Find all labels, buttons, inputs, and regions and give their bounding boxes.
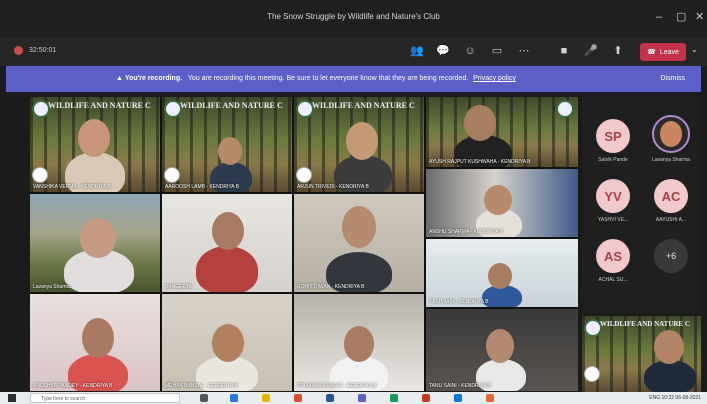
avatar-name: ACHAL SU... [598,277,628,283]
maximize-icon[interactable]: ▢ [676,10,686,24]
task-view-icon[interactable] [200,394,208,402]
club-banner: WILDLIFE AND NATURE C [48,101,151,110]
participant-name: ROHIT DIWAN - KENDRIYA B [297,284,365,290]
club-banner: WILDLIFE AND NATURE C [600,320,690,328]
avatar[interactable]: SP [596,119,630,153]
excel-icon[interactable] [390,394,398,402]
participant-name: YASH JAIN - KENDRIYA B [429,299,489,305]
rooms-icon[interactable]: ▭ [490,44,504,58]
chrome-icon[interactable] [294,394,302,402]
video-tile[interactable]: ANSHU SHARMA - KENDRIYA B [426,169,578,237]
video-tile[interactable]: ROHIT DIWAN - KENDRIYA B [294,194,424,292]
avatar-name: Lavanya Sharma [652,157,690,163]
video-tile[interactable]: Lavanya Sharma [30,194,160,292]
leave-label: Leave [659,48,679,56]
title-bar: The Snow Struggle by Wildlife and Nature… [0,0,707,38]
mic-icon[interactable]: 🎤 [584,44,598,58]
edge-icon[interactable] [230,394,238,402]
app-icon[interactable] [486,394,494,402]
self-view-tile[interactable]: WILDLIFE AND NATURE C [582,316,701,392]
avatar[interactable]: AS [596,239,630,273]
video-tile[interactable]: TANU SAINI - KENDRIYA B [426,309,578,391]
avatar [296,167,312,183]
system-tray: ENG 10:32 06-08-2021 [649,395,701,401]
dismiss-button[interactable]: Dismiss [661,75,686,82]
camera-icon[interactable]: ■ [557,44,571,58]
phone-icon: ☎ [647,49,656,56]
video-tile[interactable]: WILDLIFE AND NATURE C ARJUN TRIVEDI - KE… [294,97,424,192]
video-tile[interactable]: SANGEETA [162,194,292,292]
club-banner: WILDLIFE AND NATURE C [180,101,283,110]
banner-message: ▲ You're recording. You are recording th… [116,75,516,82]
video-tile[interactable]: WILDLIFE AND NATURE C AAROOSH LAMB - KEN… [162,97,292,192]
record-dot-icon [14,46,23,55]
video-tile[interactable]: YASH JAIN - KENDRIYA B [426,239,578,307]
avatar[interactable]: YV [596,179,630,213]
participant-name: ANUSHKA PANDEY - KENDRIYA B [33,383,113,389]
people-icon[interactable]: 👥 [410,44,424,58]
video-tile[interactable]: PRIYANKA KUMARI - KENDRIYA B [294,294,424,391]
folder-icon[interactable] [262,394,270,402]
avatar [164,167,180,183]
participant-name: ARJUN TRIVEDI - KENDRIYA B [297,184,369,190]
more-actions-icon[interactable]: ⋯ [517,44,531,58]
chevron-down-icon[interactable]: ⌄ [691,45,698,54]
reactions-icon[interactable]: ☺ [463,44,477,58]
avatar [32,167,48,183]
outlook-icon[interactable] [454,394,462,402]
teams-icon[interactable] [358,394,366,402]
more-participants-button[interactable]: +6 [654,239,688,273]
leave-button[interactable]: ☎ Leave [640,43,686,61]
video-grid: WILDLIFE AND NATURE C VANSHIKA VERMA - K… [30,97,578,391]
share-screen-icon[interactable]: ⬆ [611,44,625,58]
meeting-toolbar: 32:50:01 👥 💬 ☺ ▭ ⋯ ■ 🎤 ⬆ ☎ Leave ⌄ [0,38,707,66]
meeting-timer: 32:50:01 [29,47,57,54]
word-icon[interactable] [326,394,334,402]
participant-name: AYUSH RAJPUT KUSHWAHA - KENDRIYA B [429,159,531,165]
participant-name: VANSHIKA VERMA - KENDRIYA B [33,184,111,190]
taskbar-search-input[interactable]: Type here to search [30,393,180,403]
participant-panel: SP Satvik Pande Lavanya Sharma YV YASHVI… [582,97,701,313]
recording-indicator: 32:50:01 [14,46,56,55]
avatar [584,366,600,382]
video-tile[interactable]: ANUSHKA PANDEY - KENDRIYA B [30,294,160,391]
close-icon[interactable]: ✕ [695,10,704,24]
participant-name: TANU SAINI - KENDRIYA B [429,383,491,389]
avatar-name: YASHVI VE... [597,217,629,223]
minimize-icon[interactable]: – [656,10,662,24]
participant-name: AAROOSH LAMB - KENDRIYA B [165,184,240,190]
participant-name: MEHAK BANSAL - KENDRIYA B [165,383,238,389]
club-banner: WILDLIFE AND NATURE C [312,101,415,110]
banner-lead: You're recording. [124,75,183,82]
warning-icon: ▲ [116,75,123,82]
video-tile[interactable]: MEHAK BANSAL - KENDRIYA B [162,294,292,391]
avatar[interactable]: AC [654,179,688,213]
video-tile[interactable]: WILDLIFE AND NATURE C VANSHIKA VERMA - K… [30,97,160,192]
taskbar: Type here to search ENG 10:32 06-08-2021 [0,392,707,404]
windows-start-icon[interactable] [8,394,16,402]
powerpoint-icon[interactable] [422,394,430,402]
participant-name: Lavanya Sharma [33,284,71,290]
avatar-name: Satvik Pande [598,157,628,163]
participant-name: SANGEETA [165,284,192,290]
club-logo-icon [556,100,574,118]
avatar-name: AAYUSHI A... [655,217,687,223]
chat-icon[interactable]: 💬 [436,44,450,58]
avatar[interactable] [652,115,690,153]
banner-text: You are recording this meeting. Be sure … [187,75,469,82]
video-tile[interactable]: AYUSH RAJPUT KUSHWAHA - KENDRIYA B [426,97,578,167]
participant-name: ANSHU SHARMA - KENDRIYA B [429,229,504,235]
recording-banner: ▲ You're recording. You are recording th… [6,66,701,92]
window-title: The Snow Struggle by Wildlife and Nature… [267,12,440,21]
privacy-policy-link[interactable]: Privacy policy [473,75,516,82]
participant-name: PRIYANKA KUMARI - KENDRIYA B [297,383,377,389]
